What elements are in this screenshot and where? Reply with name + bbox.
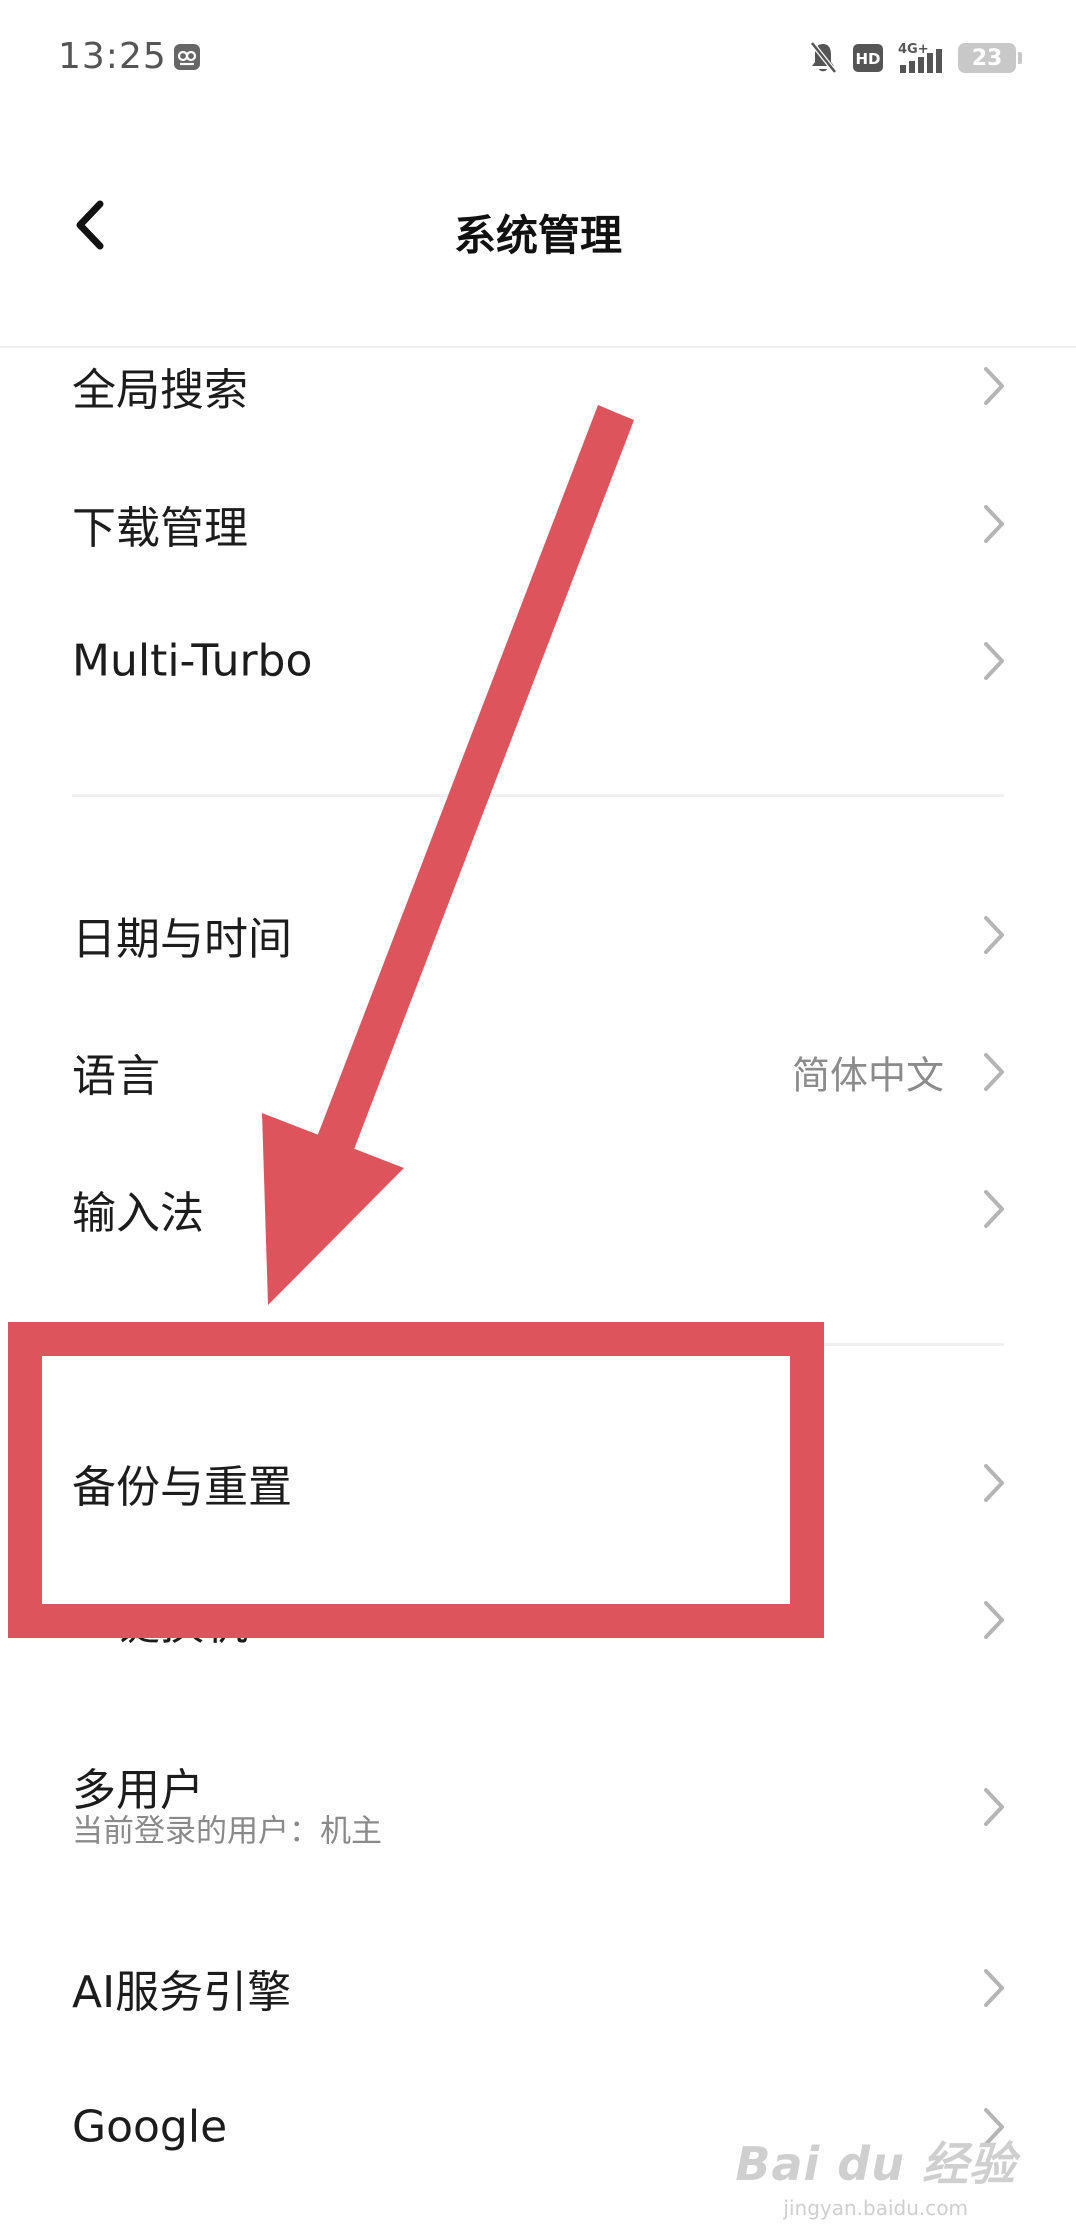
- page-title: 系统管理: [453, 211, 622, 260]
- list-item-language[interactable]: 语言 简体中文: [0, 1012, 1076, 1132]
- list-item-global-search[interactable]: 全局搜索: [0, 326, 1076, 446]
- status-time: 13:25: [58, 36, 167, 77]
- chevron-right-icon: [984, 916, 1004, 954]
- list-item-label: Google: [72, 2101, 228, 2153]
- chevron-right-icon: [984, 642, 1004, 680]
- list-item-multi-turbo[interactable]: Multi-Turbo: [0, 601, 1076, 721]
- list-item-date-time[interactable]: 日期与时间: [0, 875, 1076, 995]
- app-header: 系统管理: [0, 120, 1076, 348]
- chevron-right-icon: [984, 1190, 1004, 1228]
- status-icons: HD 4G+ 23: [808, 38, 1022, 78]
- chevron-right-icon: [984, 1969, 1004, 2007]
- chevron-right-icon: [984, 1788, 1004, 1826]
- network-type-label: 4G+: [898, 42, 929, 57]
- hd-icon: HD: [853, 44, 883, 72]
- watermark-brand: Bai du 经验: [735, 2137, 1016, 2191]
- list-item-ai-service-engine[interactable]: AI服务引擎: [0, 1928, 1076, 2048]
- list-item-label: 全局搜索: [72, 365, 248, 416]
- watermark-url: jingyan.baidu.com: [783, 2196, 968, 2220]
- list-item-label: 备份与重置: [72, 1462, 292, 1513]
- mute-bell-icon: [810, 41, 837, 74]
- battery-icon: 23: [958, 43, 1022, 73]
- section-divider: [72, 794, 1004, 797]
- list-item-subtitle: 当前登录的用户：机主: [72, 1813, 382, 1850]
- section-divider: [72, 1343, 1004, 1346]
- chevron-right-icon: [984, 1053, 1004, 1091]
- signal-4g-icon: 4G+: [898, 42, 942, 73]
- status-bar: 13:25 HD 4G+ 23: [0, 0, 1076, 120]
- list-item-label: AI服务引擎: [72, 1967, 292, 2018]
- list-item-label: 下载管理: [72, 503, 248, 554]
- list-item-download-manager[interactable]: 下载管理: [0, 464, 1076, 584]
- chevron-right-icon: [984, 505, 1004, 543]
- chevron-right-icon: [984, 1601, 1004, 1639]
- chevron-right-icon: [984, 1464, 1004, 1502]
- list-item-backup-reset[interactable]: 备份与重置: [0, 1423, 1076, 1543]
- list-item-label: 语言: [72, 1051, 160, 1102]
- list-item-label: Multi-Turbo: [72, 635, 313, 687]
- hd-label: HD: [855, 50, 880, 68]
- baidu-jingyan-watermark: Bai du 经验 jingyan.baidu.com: [735, 2128, 1016, 2220]
- battery-level: 23: [971, 45, 1003, 71]
- list-item-multi-user[interactable]: 多用户 当前登录的用户：机主: [0, 1740, 1076, 1874]
- list-item-label: 输入法: [72, 1188, 204, 1239]
- list-item-input-method[interactable]: 输入法: [0, 1149, 1076, 1269]
- list-item-phone-clone[interactable]: 一键换机: [0, 1560, 1076, 1680]
- gallery-app-icon: [174, 44, 200, 70]
- list-item-label: 日期与时间: [72, 914, 292, 965]
- list-item-label: 一键换机: [72, 1599, 248, 1650]
- language-current-value: 简体中文: [791, 1053, 944, 1098]
- chevron-right-icon: [984, 367, 1004, 405]
